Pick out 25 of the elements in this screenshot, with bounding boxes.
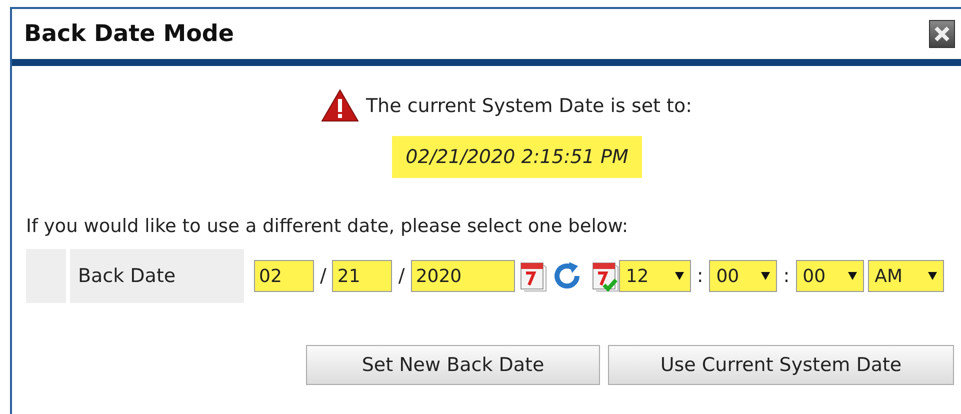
year-field[interactable]: 2020 [410,260,515,292]
month-field[interactable]: 02 [254,260,314,292]
date-separator: / [320,265,326,287]
time-separator: : [783,265,790,287]
action-button[interactable]: Set New Back Date [306,345,600,385]
action-button[interactable]: Use Current System Date [608,345,954,385]
close-button[interactable] [929,20,955,48]
second-select[interactable]: 00 [796,260,864,292]
close-icon [934,26,950,42]
hour-select[interactable]: 12 [618,260,691,292]
caret-icon [674,272,684,280]
instruction-text: If you would like to use a different date, please select one below: [26,216,630,237]
notice-text: The current System Date is set to: [366,95,692,117]
back-date-label: Back Date [70,249,244,303]
window-title: Back Date Mode [24,21,234,47]
caret-icon [928,272,937,280]
system-date: 02/21/2020 2:15:51 PM [392,136,642,178]
date-separator: / [398,265,405,287]
warning-icon [320,88,360,124]
caret-icon [848,272,857,280]
minute-select[interactable]: 00 [709,260,778,292]
day-field[interactable]: 21 [332,260,392,292]
meridiem-select[interactable]: AM [868,260,944,292]
time-separator: : [696,265,704,287]
caret-icon [761,272,770,280]
